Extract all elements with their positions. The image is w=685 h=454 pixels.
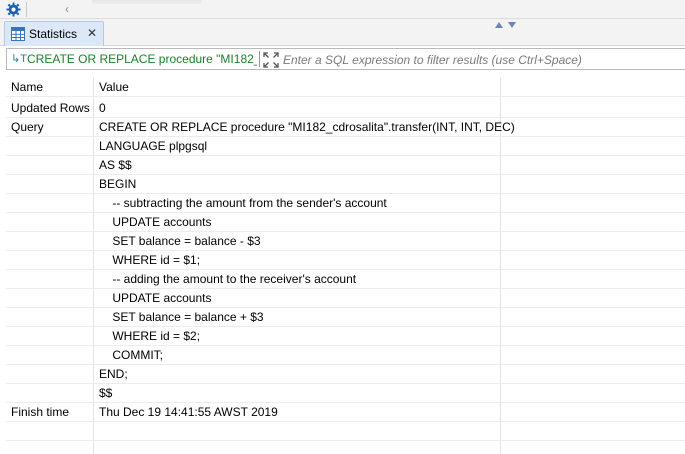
row-value: [99, 422, 497, 441]
row-value: WHERE id = $2;: [99, 329, 201, 343]
row-name: [11, 194, 93, 213]
row-value: 0: [99, 101, 106, 115]
table-row[interactable]: BEGIN: [6, 175, 685, 194]
row-value: WHERE id = $1;: [99, 253, 201, 267]
row-name: [11, 346, 93, 365]
row-name: [11, 156, 93, 175]
back-arrow-icon[interactable]: ‹: [60, 1, 74, 17]
row-name: [11, 422, 93, 441]
header-row: Name Value: [6, 78, 685, 97]
row-value: LANGUAGE plpgsql: [99, 139, 208, 153]
row-value: SET balance = balance + $3: [99, 310, 264, 324]
sql-query-icon: ↳T: [11, 53, 27, 65]
row-name: [11, 384, 93, 403]
table-row[interactable]: Updated Rows 0: [6, 99, 685, 118]
row-value: CREATE OR REPLACE procedure "MI182_cdros…: [99, 120, 515, 134]
table-row[interactable]: UPDATE accounts: [6, 213, 685, 232]
column-header-value[interactable]: Value: [99, 78, 497, 97]
table-row[interactable]: Finish time Thu Dec 19 14:41:55 AWST 201…: [6, 403, 685, 422]
table-row[interactable]: Query CREATE OR REPLACE procedure "MI182…: [6, 118, 685, 137]
table-row[interactable]: UPDATE accounts: [6, 289, 685, 308]
row-name: [11, 308, 93, 327]
table-row[interactable]: -- subtracting the amount from the sende…: [6, 194, 685, 213]
row-name: [11, 137, 93, 156]
toolbar-shadow: [92, 0, 202, 4]
statistics-grid: Name Value Updated Rows 0 Query CREATE O…: [6, 78, 685, 454]
row-name: Updated Rows: [11, 101, 90, 115]
row-value: COMMIT;: [99, 348, 163, 362]
tab-label: Statistics: [29, 27, 78, 41]
table-row[interactable]: COMMIT;: [6, 346, 685, 365]
row-name: [11, 365, 93, 384]
row-name: [11, 213, 93, 232]
row-name: Query: [11, 120, 44, 134]
row-name: [11, 175, 93, 194]
row-name: Finish time: [11, 405, 70, 419]
row-value: BEGIN: [99, 177, 137, 191]
row-value: UPDATE accounts: [99, 215, 212, 229]
toolbar-divider: [26, 2, 27, 17]
table-row[interactable]: SET balance = balance - $3: [6, 232, 685, 251]
table-row[interactable]: END;: [6, 365, 685, 384]
table-row[interactable]: $$: [6, 384, 685, 403]
row-value: UPDATE accounts: [99, 291, 212, 305]
active-query-label[interactable]: CREATE OR REPLACE procedure "MI182_cdros…: [27, 52, 257, 66]
tab-statistics[interactable]: Statistics ✕: [4, 21, 104, 46]
row-name: [11, 270, 93, 289]
row-name: [11, 251, 93, 270]
row-value: Thu Dec 19 14:41:55 AWST 2019: [99, 405, 278, 419]
table-row[interactable]: SET balance = balance + $3: [6, 308, 685, 327]
table-row[interactable]: LANGUAGE plpgsql: [6, 137, 685, 156]
row-name: [11, 289, 93, 308]
filter-separator: [259, 51, 260, 67]
table-row[interactable]: WHERE id = $1;: [6, 251, 685, 270]
table-row[interactable]: WHERE id = $2;: [6, 327, 685, 346]
row-value: -- adding the amount to the receiver's a…: [99, 272, 357, 286]
row-name: [11, 232, 93, 251]
row-value: SET balance = balance - $3: [99, 234, 261, 248]
filter-bar: ↳T CREATE OR REPLACE procedure "MI182_cd…: [6, 48, 685, 70]
collapse-arrows-icon[interactable]: [494, 19, 520, 29]
top-toolbar: ‹: [0, 0, 685, 19]
row-value: END;: [99, 367, 128, 381]
expand-icon[interactable]: [263, 52, 279, 68]
close-icon[interactable]: ✕: [87, 26, 99, 40]
row-name: [11, 327, 93, 346]
filter-input[interactable]: [283, 51, 679, 68]
grid-table-icon: [11, 27, 25, 41]
tab-row: Statistics ✕: [0, 19, 685, 46]
gear-icon[interactable]: [6, 2, 21, 17]
column-header-name[interactable]: Name: [11, 78, 93, 97]
table-row[interactable]: [6, 422, 685, 441]
table-row[interactable]: -- adding the amount to the receiver's a…: [6, 270, 685, 289]
row-value: AS $$: [99, 158, 132, 172]
row-value: -- subtracting the amount from the sende…: [99, 196, 387, 210]
row-value: $$: [99, 386, 113, 400]
table-row[interactable]: AS $$: [6, 156, 685, 175]
